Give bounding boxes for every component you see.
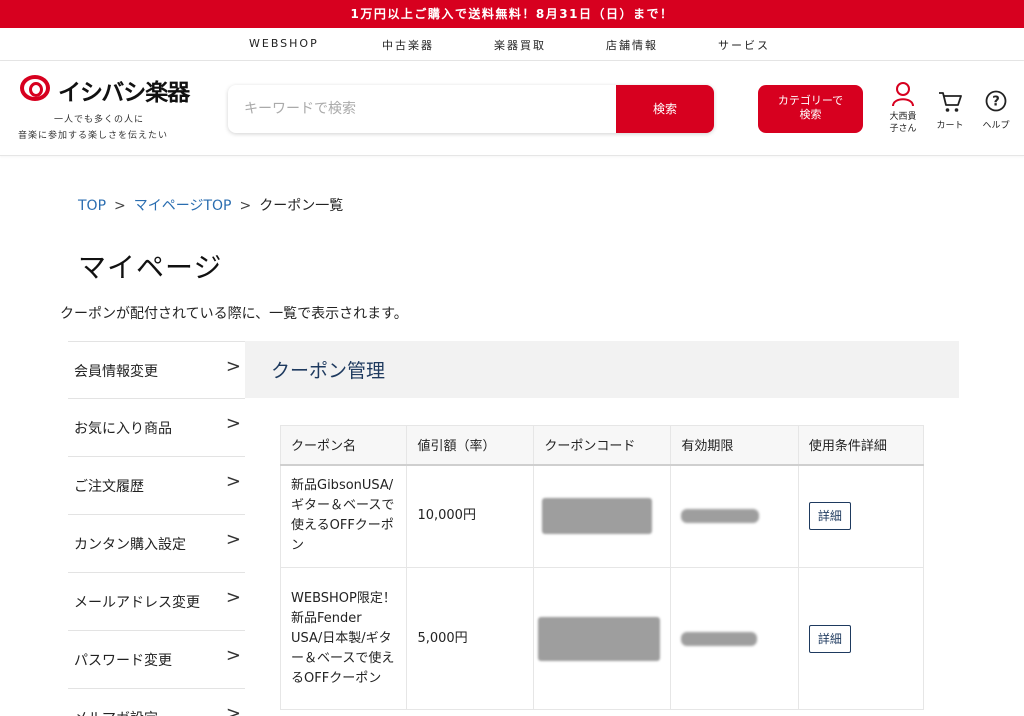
breadcrumb-mypage-top[interactable]: マイページTOP (134, 198, 232, 214)
chevron-right-icon: > (225, 587, 241, 608)
chevron-right-icon: > (225, 529, 241, 550)
column-header: 値引額（率） (406, 425, 535, 466)
side-menu-label: ご注文履歴 (74, 479, 144, 495)
column-header: 使用条件詳細 (797, 425, 925, 466)
coupon-name: 新品GibsonUSA/ギター＆ベースで使えるOFFクーポン (279, 464, 408, 568)
column-header: 有効期限 (670, 425, 799, 466)
coupon-expiry-redacted (670, 464, 799, 568)
chevron-right-icon: > (225, 471, 241, 492)
coupon-amount: 10,000円 (406, 464, 535, 568)
side-menu-label: メールアドレス変更 (74, 595, 200, 611)
side-menu-member-info[interactable]: 会員情報変更 > (68, 341, 245, 399)
topnav-store-info[interactable]: 店舗情報 (606, 37, 658, 53)
coupon-expiry-redacted (670, 567, 799, 710)
column-header: クーポン名 (279, 425, 408, 466)
side-menu-label: 会員情報変更 (74, 364, 158, 380)
chevron-right-icon: > (225, 413, 241, 434)
coupon-detail-button[interactable]: 詳細 (808, 502, 851, 531)
chevron-right-icon: > (225, 356, 241, 377)
side-menu: 会員情報変更 > お気に入り商品 > ご注文履歴 > カンタン購入設定 > メー… (68, 341, 245, 716)
tagline-line-2: 音楽に参加する楽しさを伝えたい (18, 131, 169, 141)
topnav-service[interactable]: サービス (718, 37, 770, 53)
column-header: クーポンコード (533, 425, 672, 466)
coupon-detail-button[interactable]: 詳細 (808, 624, 851, 653)
breadcrumb-separator: > (239, 198, 252, 214)
site-logo[interactable]: イシバシ楽器 (20, 73, 190, 106)
breadcrumb: TOP > マイページTOP > クーポン一覧 (78, 195, 343, 215)
side-menu-favorites[interactable]: お気に入り商品 > (68, 399, 245, 457)
help-icon: ? (985, 90, 1007, 112)
coupon-table: クーポン名 値引額（率） クーポンコード 有効期限 使用条件詳細 新品Gibso… (279, 425, 925, 710)
breadcrumb-separator: > (114, 198, 126, 214)
cart-icon (939, 92, 962, 112)
cart-label: カート (936, 121, 964, 131)
side-menu-order-history[interactable]: ご注文履歴 > (68, 457, 245, 515)
top-nav: WEBSHOP 中古楽器 楽器買取 店舗情報 サービス (0, 28, 1024, 61)
coupon-panel-header: クーポン管理 (245, 341, 959, 398)
chevron-right-icon: > (225, 645, 241, 666)
coupon-code-redacted (533, 567, 672, 710)
coupon-code-redacted (533, 464, 672, 568)
table-row: 新品GibsonUSA/ギター＆ベースで使えるOFFクーポン 10,000円 詳… (279, 464, 925, 568)
category-search-label-2: 検索 (799, 108, 822, 121)
user-name-line-1: 大西貴 (889, 112, 917, 122)
lead-text: クーポンが配付されている際に、一覧で表示されます。 (60, 306, 408, 322)
user-name-line-2: 子さん (889, 124, 917, 134)
side-menu-label: お気に入り商品 (74, 421, 172, 437)
topnav-webshop[interactable]: WEBSHOP (249, 37, 319, 50)
logo-mark-icon (20, 75, 50, 101)
side-menu-password-change[interactable]: パスワード変更 > (68, 631, 245, 689)
table-header-row: クーポン名 値引額（率） クーポンコード 有効期限 使用条件詳細 (279, 425, 925, 466)
svg-text:?: ? (992, 95, 1000, 110)
side-menu-newsletter[interactable]: メルマガ設定 > (68, 689, 245, 716)
side-menu-label: カンタン購入設定 (74, 537, 186, 553)
search-input[interactable] (228, 85, 616, 133)
side-menu-label: メルマガ設定 (74, 708, 158, 716)
site-header: イシバシ楽器 一人でも多くの人に 音楽に参加する楽しさを伝えたい 検索 カテゴリ… (0, 61, 1024, 156)
help-label: ヘルプ (982, 121, 1010, 131)
side-menu-email-change[interactable]: メールアドレス変更 > (68, 573, 245, 631)
coupon-name: WEBSHOP限定！新品Fender USA/日本製/ギター＆ベースで使えるOF… (279, 567, 408, 710)
side-menu-quick-purchase[interactable]: カンタン購入設定 > (68, 515, 245, 573)
chevron-right-icon: > (225, 703, 241, 716)
panel-title: クーポン管理 (271, 360, 386, 382)
search-bar: 検索 (228, 85, 714, 133)
topnav-used-instruments[interactable]: 中古楽器 (382, 37, 434, 53)
topnav-buyback[interactable]: 楽器買取 (494, 37, 546, 53)
promo-banner: 1万円以上ご購入で送料無料！8月31日（日）まで！ (0, 0, 1024, 28)
coupon-amount: 5,000円 (406, 567, 535, 710)
page-title: マイページ (78, 251, 223, 284)
breadcrumb-current: クーポン一覧 (259, 198, 344, 214)
help-link[interactable]: ? ヘルプ (978, 90, 1014, 131)
breadcrumb-top[interactable]: TOP (78, 198, 106, 214)
user-icon (892, 82, 914, 107)
account-link[interactable]: 大西貴 子さん (884, 81, 922, 135)
coupon-detail-cell: 詳細 (797, 567, 925, 710)
category-search-label-1: カテゴリーで (777, 94, 844, 107)
cart-link[interactable]: カート (932, 91, 968, 131)
side-menu-label: パスワード変更 (74, 653, 172, 669)
search-button[interactable]: 検索 (616, 85, 714, 133)
table-row: WEBSHOP限定！新品Fender USA/日本製/ギター＆ベースで使えるOF… (279, 567, 925, 710)
tagline-line-1: 一人でも多くの人に (54, 115, 145, 125)
coupon-detail-cell: 詳細 (797, 464, 925, 568)
logo-text: イシバシ楽器 (58, 80, 190, 106)
category-search-button[interactable]: カテゴリーで 検索 (758, 85, 863, 133)
